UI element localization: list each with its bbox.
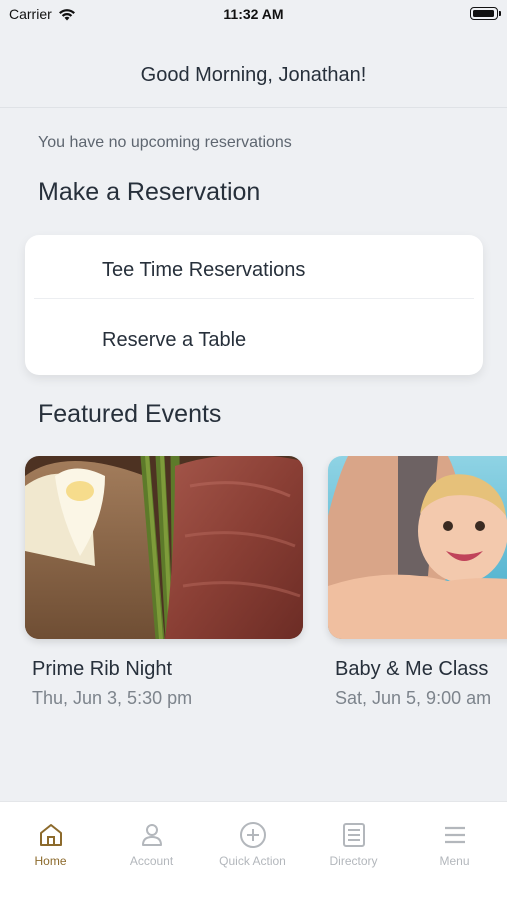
tab-label: Account <box>129 854 174 868</box>
featured-events-heading: Featured Events <box>38 400 222 428</box>
plus-circle-icon <box>239 822 266 848</box>
event-image-baby-class <box>328 456 507 639</box>
tab-menu[interactable]: Menu <box>404 802 505 877</box>
tab-directory[interactable]: Directory <box>303 802 404 877</box>
tab-label: Quick Action <box>219 854 286 868</box>
tab-label: Menu <box>439 854 470 868</box>
tab-label: Home <box>34 854 67 868</box>
featured-events-carousel[interactable]: Prime Rib Night Thu, Jun 3, 5:30 pm Baby… <box>0 456 507 726</box>
event-date: Thu, Jun 3, 5:30 pm <box>32 688 193 708</box>
reserve-table-label: Reserve a Table <box>102 328 247 351</box>
tab-bar: Home Account Quick Action Directory Menu <box>0 801 507 900</box>
divider <box>34 298 474 299</box>
reserve-table-button[interactable]: Reserve a Table <box>25 305 483 375</box>
tee-time-reservations-button[interactable]: Tee Time Reservations <box>25 235 483 305</box>
event-image-prime-rib <box>25 456 303 639</box>
event-date: Sat, Jun 5, 9:00 am <box>335 688 492 708</box>
clock: 11:32 AM <box>223 6 284 22</box>
person-icon <box>141 824 162 846</box>
no-reservations-message: You have no upcoming reservations <box>38 134 292 151</box>
home-icon <box>39 824 62 846</box>
header: Good Morning, Jonathan! <box>0 30 507 108</box>
status-bar: Carrier 11:32 AM <box>0 0 507 30</box>
event-card-baby-me-class[interactable]: Baby & Me Class Sat, Jun 5, 9:00 am <box>328 456 507 709</box>
make-reservation-heading: Make a Reservation <box>38 178 261 206</box>
event-title: Baby & Me Class <box>335 658 489 680</box>
tab-home[interactable]: Home <box>0 802 101 877</box>
event-card-prime-rib[interactable]: Prime Rib Night Thu, Jun 3, 5:30 pm <box>25 456 305 709</box>
tab-quick-action[interactable]: Quick Action <box>202 802 303 877</box>
hamburger-icon <box>444 826 465 844</box>
reservation-options-card: Tee Time Reservations Reserve a Table <box>25 235 483 375</box>
tab-label: Directory <box>329 854 378 868</box>
tab-account[interactable]: Account <box>101 802 202 877</box>
battery-icon <box>470 7 501 20</box>
tee-time-label: Tee Time Reservations <box>102 258 306 281</box>
directory-icon <box>342 823 365 847</box>
greeting-title: Good Morning, Jonathan! <box>140 64 367 86</box>
event-title: Prime Rib Night <box>32 658 173 680</box>
